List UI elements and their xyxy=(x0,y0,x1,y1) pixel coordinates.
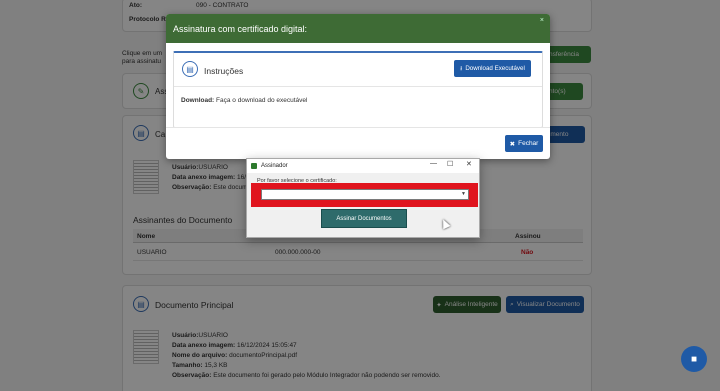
certificate-highlight: ▼ xyxy=(251,183,478,207)
document-icon: ▤ xyxy=(182,61,198,77)
app-icon xyxy=(251,163,257,169)
instructions-title: Instruções xyxy=(204,66,244,76)
close-icon[interactable]: ✕ xyxy=(466,160,472,168)
close-button-label: Fechar xyxy=(518,140,539,147)
download-executable-button[interactable]: ⭳ Download Executável xyxy=(454,60,531,77)
minimize-icon[interactable]: — xyxy=(430,160,437,167)
modal-header: Assinatura com certificado digital: × xyxy=(166,14,550,43)
download-text: Faça o download do executável xyxy=(216,97,308,104)
modal-title: Assinatura com certificado digital: xyxy=(173,23,308,34)
divider xyxy=(166,127,550,128)
download-instruction: Download: Faça o download do executável xyxy=(181,97,307,104)
instructions-card: ▤ Instruções ⭳ Download Executável Downl… xyxy=(173,51,543,128)
certificate-select[interactable]: ▼ xyxy=(261,189,469,200)
download-button-label: Download Executável xyxy=(465,65,525,72)
window-titlebar[interactable]: Assinador — ☐ ✕ xyxy=(247,159,479,173)
times-icon: ✖ xyxy=(509,140,516,148)
sign-documents-button[interactable]: Assinar Documentos xyxy=(321,209,407,228)
window-title: Assinador xyxy=(261,163,288,169)
chevron-down-icon: ▼ xyxy=(461,191,466,197)
download-icon: ⭳ xyxy=(460,65,463,72)
maximize-icon[interactable]: ☐ xyxy=(447,160,453,168)
close-icon[interactable]: × xyxy=(540,17,544,24)
divider xyxy=(174,86,542,87)
close-button[interactable]: ✖ Fechar xyxy=(505,135,543,152)
download-label: Download: xyxy=(181,97,215,104)
video-camera-icon[interactable]: ■ xyxy=(681,346,707,372)
signature-modal: Assinatura com certificado digital: × ▤ … xyxy=(166,14,550,159)
